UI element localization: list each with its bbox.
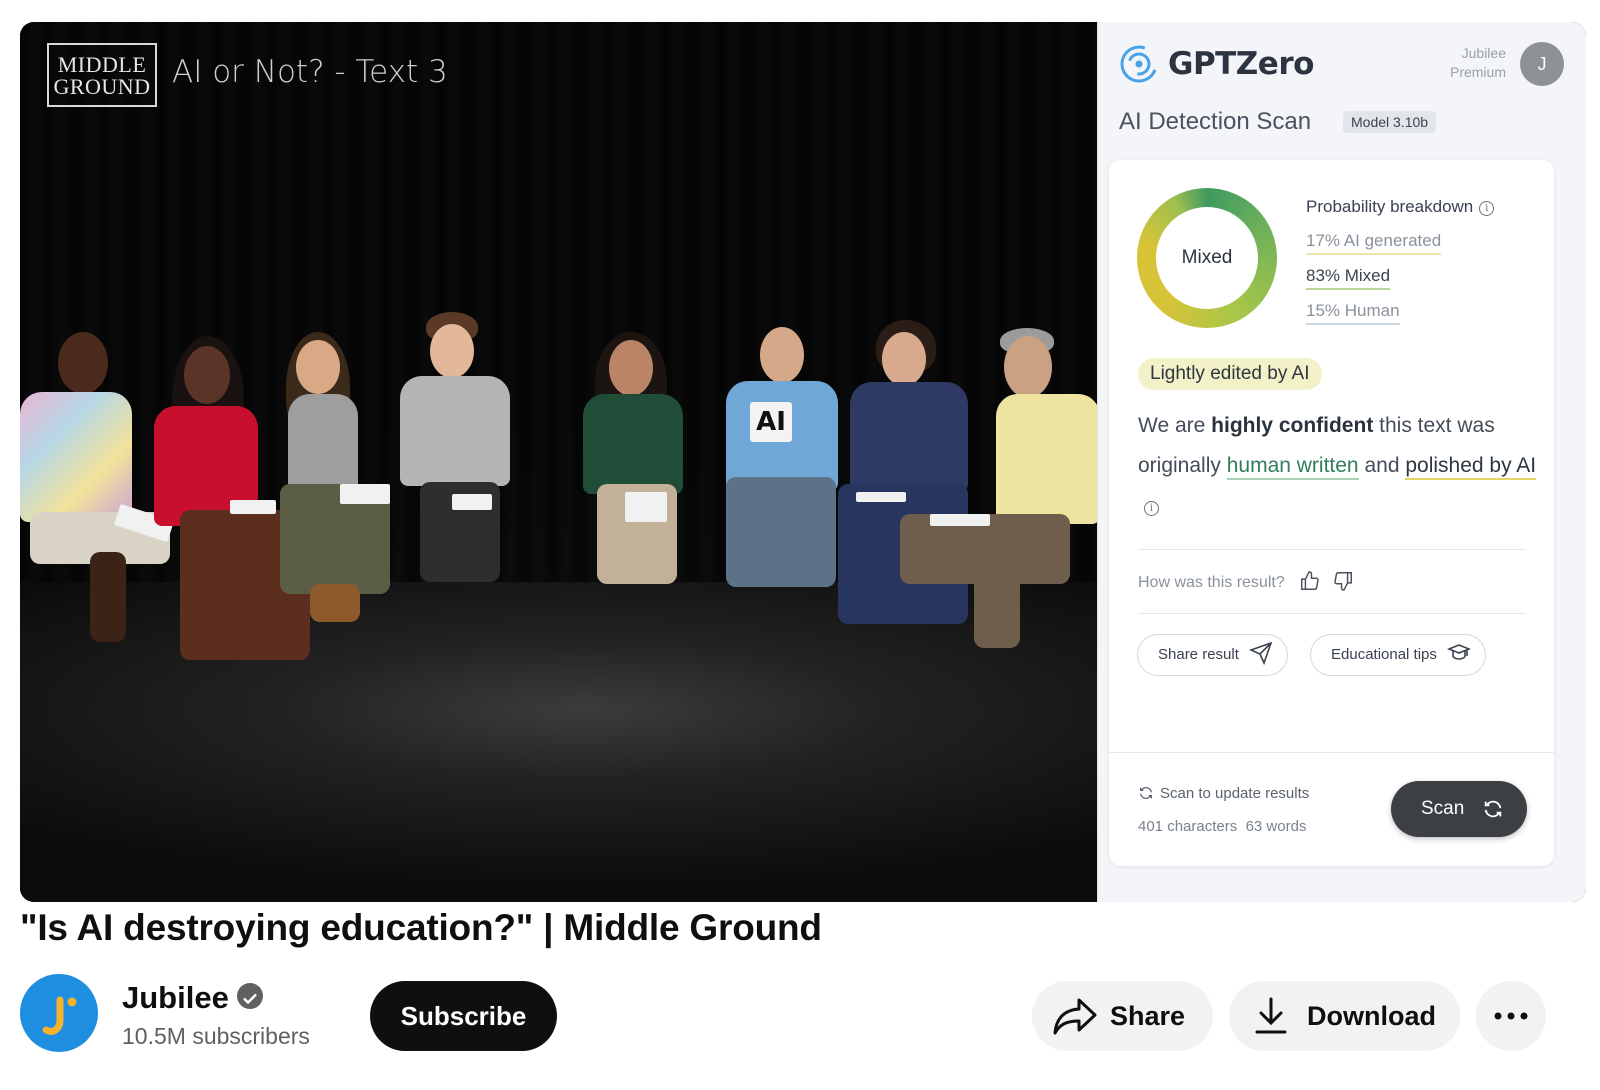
middle-ground-logo: MIDDLE GROUND <box>47 43 157 107</box>
polished-by-ai-highlight[interactable]: polished by AI <box>1405 454 1537 480</box>
video-overlay-title: AI or Not? - Text 3 <box>172 54 448 90</box>
card-footer: Scan to update results 401 characters 63… <box>1109 752 1554 866</box>
confidence-statement: We are highly confident this text was or… <box>1138 406 1548 526</box>
confidence-text-1: We are <box>1138 414 1212 437</box>
educational-tips-button[interactable]: Educational tips <box>1310 634 1487 676</box>
share-icon <box>1053 998 1097 1035</box>
probability-title-text: Probability breakdown <box>1306 197 1474 216</box>
verified-icon <box>236 983 263 1009</box>
download-button[interactable]: Download <box>1229 981 1460 1051</box>
divider <box>1138 613 1526 614</box>
user-plan: Premium <box>1449 64 1506 80</box>
divider <box>1138 549 1526 550</box>
thumbs-down-icon[interactable] <box>1332 570 1354 592</box>
result-card: Mixed Probability breakdown i 17% AI gene… <box>1109 160 1554 866</box>
info-icon[interactable]: i <box>1144 501 1159 516</box>
thumbs-up-icon[interactable] <box>1299 570 1321 592</box>
scan-update-text: Scan to update results <box>1160 785 1310 802</box>
feedback-question: How was this result? <box>1138 574 1285 591</box>
user-info[interactable]: Jubilee Premium <box>1450 44 1506 82</box>
channel-name[interactable]: Jubilee <box>122 980 263 1016</box>
jubilee-logo-icon <box>42 996 77 1035</box>
char-count: 401 characters <box>1138 818 1238 835</box>
word-count: 63 words <box>1245 818 1307 835</box>
more-horizontal-icon <box>1494 1012 1528 1020</box>
participant-3 <box>270 332 410 634</box>
prob-mixed[interactable]: 83% Mixed <box>1306 266 1391 290</box>
model-badge: Model 3.10b <box>1343 111 1437 133</box>
ai-sign: AI <box>750 402 792 442</box>
scan-button[interactable]: Scan <box>1391 781 1527 837</box>
refresh-icon <box>1484 800 1502 818</box>
share-label: Share <box>1110 1001 1186 1031</box>
send-icon <box>1248 641 1273 666</box>
channel-avatar[interactable] <box>20 974 98 1052</box>
educational-tips-label: Educational tips <box>1331 646 1437 663</box>
video-title: "Is AI destroying education?" | Middle G… <box>20 907 822 948</box>
gptzero-logo-icon <box>1120 45 1158 83</box>
scan-title: AI Detection Scan <box>1119 108 1312 135</box>
probability-donut: Mixed <box>1137 188 1277 328</box>
confidence-strong: highly confident <box>1211 414 1374 437</box>
download-label: Download <box>1307 1001 1436 1031</box>
share-result-button[interactable]: Share result <box>1137 634 1289 676</box>
logo-line-2: GROUND <box>53 74 151 99</box>
video-player[interactable]: AI MIDDLE GROUND AI or Not? - Text 3 GPT… <box>20 22 1586 902</box>
more-actions-button[interactable] <box>1476 981 1546 1051</box>
subscriber-count: 10.5M subscribers <box>122 1023 310 1049</box>
share-result-label: Share result <box>1158 646 1239 663</box>
text-counts: 401 characters 63 words <box>1138 818 1306 835</box>
verdict-badge: Lightly edited by AI <box>1138 358 1322 390</box>
video-frame[interactable]: AI MIDDLE GROUND AI or Not? - Text 3 <box>20 22 1103 902</box>
channel-name-text: Jubilee <box>122 980 229 1015</box>
prob-human[interactable]: 15% Human <box>1306 301 1400 325</box>
feedback-row: How was this result? <box>1138 570 1354 592</box>
refresh-icon <box>1140 786 1152 800</box>
logo-line-1: MIDDLE <box>57 52 147 77</box>
info-icon[interactable]: i <box>1479 201 1495 216</box>
participant-8 <box>900 328 1100 668</box>
scan-update-hint: Scan to update results <box>1138 785 1309 802</box>
gptzero-panel: GPTZero Jubilee Premium J AI Detection S… <box>1097 22 1586 902</box>
user-avatar[interactable]: J <box>1520 42 1564 86</box>
share-button[interactable]: Share <box>1032 981 1213 1051</box>
gptzero-brand: GPTZero <box>1168 46 1314 82</box>
scan-button-label: Scan <box>1421 798 1465 819</box>
donut-label: Mixed <box>1156 207 1258 309</box>
user-name: Jubilee <box>1461 45 1506 61</box>
prob-ai-generated[interactable]: 17% AI generated <box>1306 231 1442 255</box>
download-icon <box>1255 997 1287 1034</box>
subscribe-button[interactable]: Subscribe <box>370 981 557 1051</box>
probability-title: Probability breakdown i <box>1306 197 1495 217</box>
participant-5 <box>575 332 695 614</box>
participant-4 <box>390 312 520 612</box>
confidence-text-3: and <box>1358 454 1406 477</box>
human-written-highlight[interactable]: human written <box>1226 454 1359 480</box>
graduation-cap-icon <box>1446 644 1472 660</box>
